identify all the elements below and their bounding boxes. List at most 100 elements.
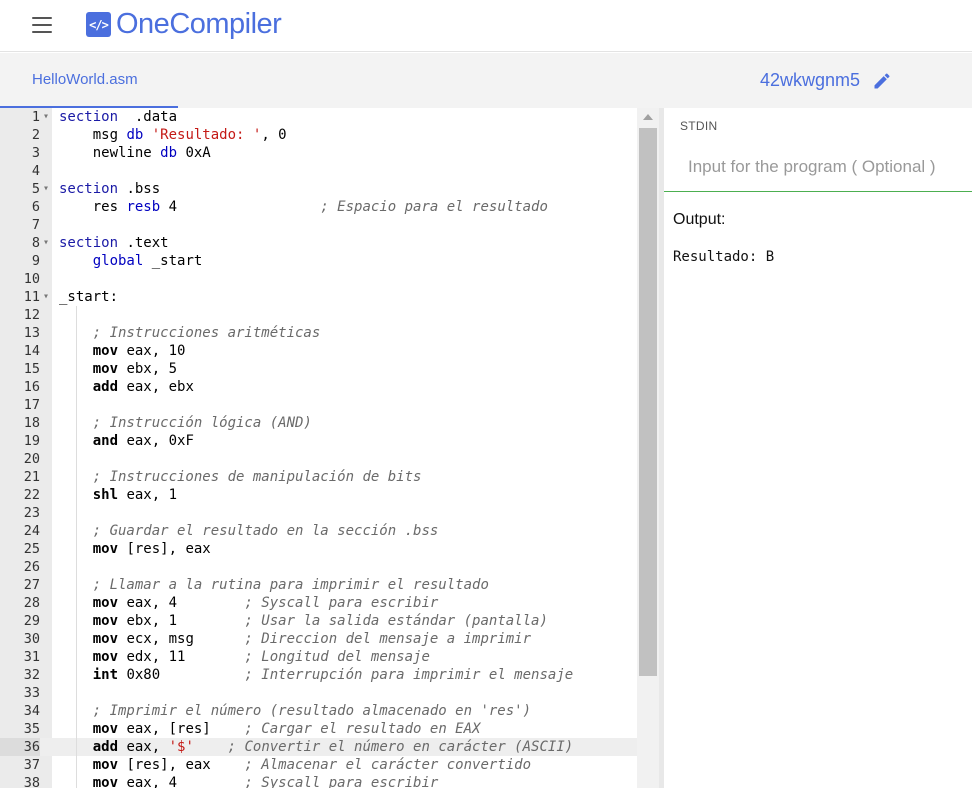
menu-icon[interactable]	[32, 17, 52, 33]
code-line[interactable]: 20	[0, 450, 637, 468]
code-line[interactable]: 15 mov ebx, 5	[0, 360, 637, 378]
fold-toggle-icon[interactable]: ▾	[41, 234, 51, 252]
code-line[interactable]: 3 newline db 0xA	[0, 144, 637, 162]
code-token: [res], eax	[118, 757, 245, 773]
code-line[interactable]: 36 add eax, '$' ; Convertir el número en…	[0, 738, 637, 756]
code-token: ; Instrucciones de manipulación de bits	[92, 469, 422, 485]
code-token: mov	[92, 595, 119, 611]
code-line[interactable]: 6 res resb 4 ; Espacio para el resultado	[0, 198, 637, 216]
code-line[interactable]: 32 int 0x80 ; Interrupción para imprimir…	[0, 666, 637, 684]
code-line[interactable]: 8 ▾ section .text	[0, 234, 637, 252]
line-number: 6	[31, 199, 40, 215]
code-line[interactable]: 4	[0, 162, 637, 180]
fold-toggle-icon[interactable]: ▾	[41, 180, 51, 198]
code-line[interactable]: 17	[0, 396, 637, 414]
code-line[interactable]: 13 ; Instrucciones aritméticas	[0, 324, 637, 342]
line-code: mov ebx, 1 ; Usar la salida estándar (pa…	[59, 612, 548, 630]
code-line[interactable]: 35 mov eax, [res] ; Cargar el resultado …	[0, 720, 637, 738]
project-id[interactable]: 42wkwgnm5	[760, 70, 860, 91]
code-line[interactable]: 9 global _start	[0, 252, 637, 270]
code-token: res	[59, 199, 127, 215]
tab-helloworld-asm[interactable]: HelloWorld.asm	[0, 53, 178, 108]
line-code: ; Instrucciones aritméticas	[59, 324, 321, 342]
line-number: 13	[23, 325, 40, 341]
code-line[interactable]: 7	[0, 216, 637, 234]
code-line[interactable]: 22 shl eax, 1	[0, 486, 637, 504]
code-line[interactable]: 23	[0, 504, 637, 522]
line-number: 19	[23, 433, 40, 449]
code-token: mov	[92, 721, 119, 737]
code-icon: </>	[86, 12, 111, 37]
code-line[interactable]: 34 ; Imprimir el número (resultado almac…	[0, 702, 637, 720]
code-line[interactable]: 28 mov eax, 4 ; Syscall para escribir	[0, 594, 637, 612]
line-number: 28	[23, 595, 40, 611]
line-number: 38	[23, 775, 40, 788]
code-token: ; Direccion del mensaje a imprimir	[244, 631, 532, 647]
code-line[interactable]: 29 mov ebx, 1 ; Usar la salida estándar …	[0, 612, 637, 630]
code-line[interactable]: 37 mov [res], eax ; Almacenar el carácte…	[0, 756, 637, 774]
line-code: add eax, ebx	[59, 378, 194, 396]
code-line[interactable]: 25 mov [res], eax	[0, 540, 637, 558]
code-token: [res], eax	[118, 541, 211, 557]
line-number: 24	[23, 523, 40, 539]
code-line[interactable]: 10	[0, 270, 637, 288]
code-line[interactable]: 24 ; Guardar el resultado en la sección …	[0, 522, 637, 540]
code-line[interactable]: 1 ▾ section .data	[0, 108, 637, 126]
code-token: section	[59, 235, 119, 251]
code-line[interactable]: 16 add eax, ebx	[0, 378, 637, 396]
line-code: mov edx, 11 ; Longitud del mensaje	[59, 648, 430, 666]
code-editor[interactable]: 1 ▾ section .data 2 msg db 'Resultado: ', 0…	[0, 108, 637, 788]
scroll-up-arrow-icon[interactable]	[643, 114, 653, 120]
stdin-input[interactable]	[664, 142, 972, 192]
code-token: db	[160, 145, 178, 161]
code-token: ; Interrupción para imprimir el mensaje	[244, 667, 574, 683]
scroll-thumb[interactable]	[639, 128, 657, 676]
code-line[interactable]: 30 mov ecx, msg ; Direccion del mensaje …	[0, 630, 637, 648]
fold-toggle-icon[interactable]: ▾	[41, 288, 51, 306]
code-token: 0x80	[118, 667, 245, 683]
code-token: .data	[118, 109, 178, 125]
line-code: mov [res], eax ; Almacenar el carácter c…	[59, 756, 531, 774]
code-token: .text	[118, 235, 169, 251]
file-bar: HelloWorld.asm 42wkwgnm5	[0, 53, 972, 108]
code-token: 4	[160, 199, 321, 215]
code-line[interactable]: 2 msg db 'Resultado: ', 0	[0, 126, 637, 144]
code-line[interactable]: 19 and eax, 0xF	[0, 432, 637, 450]
code-token: ; Instrucciones aritméticas	[92, 325, 321, 341]
code-token: ; Syscall para escribir	[244, 775, 439, 788]
line-number: 22	[23, 487, 40, 503]
code-line[interactable]: 38 mov eax, 4 ; Syscall para escribir	[0, 774, 637, 788]
line-code: mov eax, 4 ; Syscall para escribir	[59, 594, 439, 612]
code-line[interactable]: 21 ; Instrucciones de manipulación de bi…	[0, 468, 637, 486]
code-line[interactable]: 26	[0, 558, 637, 576]
code-token: int	[92, 667, 119, 683]
line-code: ; Instrucciones de manipulación de bits	[59, 468, 422, 486]
code-line[interactable]: 11 ▾ _start:	[0, 288, 637, 306]
code-line[interactable]: 31 mov edx, 11 ; Longitud del mensaje	[0, 648, 637, 666]
code-token: edx, 11	[118, 649, 245, 665]
code-token: resb	[126, 199, 161, 215]
fold-toggle-icon[interactable]: ▾	[41, 108, 51, 126]
code-line[interactable]: 5 ▾ section .bss	[0, 180, 637, 198]
code-line[interactable]: 27 ; Llamar a la rutina para imprimir el…	[0, 576, 637, 594]
code-line[interactable]: 33	[0, 684, 637, 702]
line-number: 7	[31, 217, 40, 233]
line-number: 9	[31, 253, 40, 269]
line-number: 32	[23, 667, 40, 683]
code-line[interactable]: 18 ; Instrucción lógica (AND)	[0, 414, 637, 432]
code-line[interactable]: 14 mov eax, 10	[0, 342, 637, 360]
line-number: 35	[23, 721, 40, 737]
pencil-icon[interactable]	[872, 71, 892, 91]
brand-logo[interactable]: </> OneCompiler	[86, 10, 282, 39]
code-token: ; Convertir el número en carácter (ASCII…	[227, 739, 574, 755]
line-code: ; Guardar el resultado en la sección .bs…	[59, 522, 439, 540]
editor-scrollbar[interactable]	[637, 108, 659, 788]
code-line[interactable]: 12	[0, 306, 637, 324]
code-lines[interactable]: 1 ▾ section .data 2 msg db 'Resultado: ', 0…	[0, 108, 637, 788]
code-token: .bss	[118, 181, 161, 197]
line-number: 5	[31, 181, 40, 197]
line-number: 36	[0, 738, 40, 756]
code-token: ebx, 1	[118, 613, 245, 629]
